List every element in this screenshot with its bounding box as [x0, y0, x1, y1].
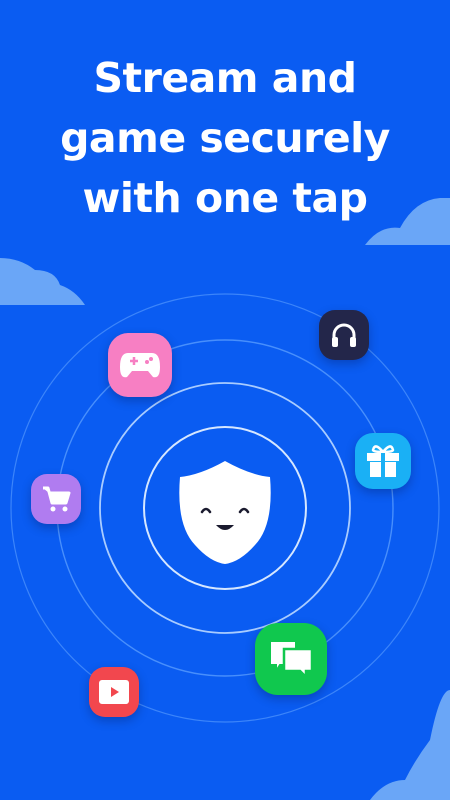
headline-line-2: game securely [60, 114, 390, 162]
headphones-app-tile [319, 310, 369, 360]
headphones-icon [332, 323, 356, 347]
headline: Stream and game securely with one tap [0, 48, 450, 228]
cloud-left [0, 258, 85, 305]
gift-app-tile [355, 433, 411, 489]
play-video-icon [99, 680, 129, 704]
cart-app-tile [31, 474, 81, 524]
gift-icon [367, 445, 399, 477]
gamepad-icon [120, 353, 160, 378]
video-app-tile [89, 667, 139, 717]
cart-icon [43, 486, 71, 512]
headline-line-3: with one tap [82, 174, 368, 222]
shield-mascot [179, 461, 271, 564]
headline-line-1: Stream and [93, 54, 357, 102]
chat-icon [269, 640, 314, 679]
chat-app-tile [255, 623, 327, 695]
gamepad-app-tile [108, 333, 172, 397]
cloud-bottom-right [370, 690, 450, 800]
